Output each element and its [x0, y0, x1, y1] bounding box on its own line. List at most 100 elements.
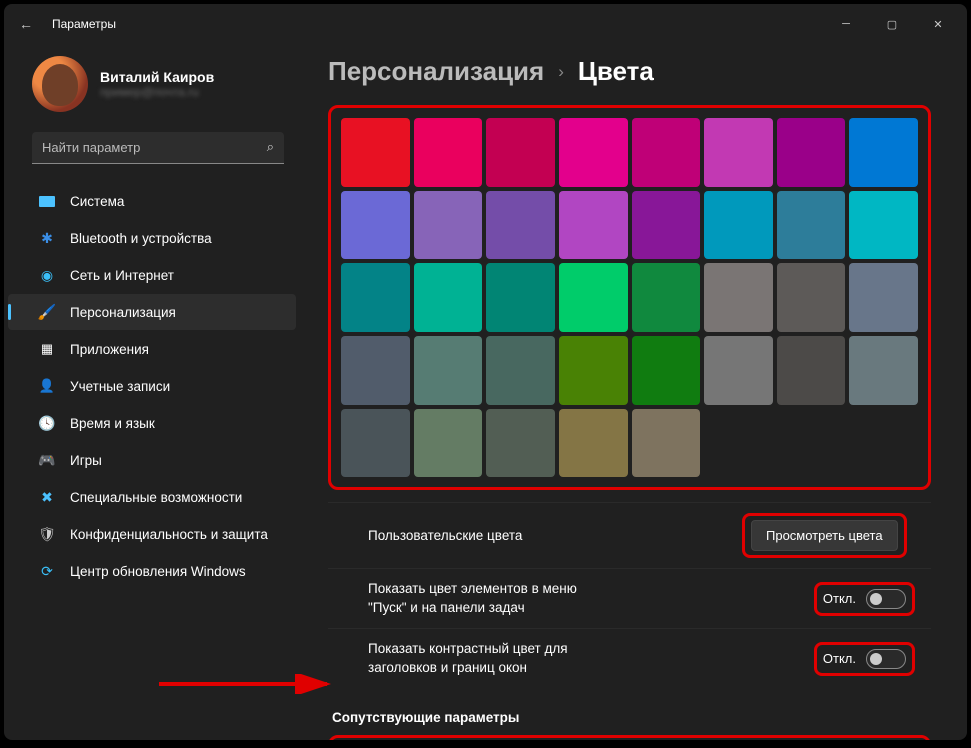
- privacy-icon: 🛡: [38, 526, 56, 542]
- color-swatch[interactable]: [559, 263, 628, 332]
- sidebar-item-privacy[interactable]: 🛡 Конфиденциальность и защита: [8, 516, 296, 552]
- sidebar-item-label: Центр обновления Windows: [70, 564, 246, 579]
- apps-icon: ▦: [38, 341, 56, 357]
- minimize-button[interactable]: ─: [823, 8, 869, 40]
- brush-icon: 🖌️: [38, 304, 56, 320]
- window-title: Параметры: [52, 17, 116, 31]
- settings-window: ← Параметры ─ ▢ ✕ Виталий Каиров пример@…: [4, 4, 967, 740]
- color-swatch[interactable]: [341, 336, 410, 405]
- highlight-toggle-2: Откл.: [814, 642, 915, 676]
- color-swatch[interactable]: [704, 191, 773, 260]
- color-swatch[interactable]: [849, 191, 918, 260]
- color-swatch[interactable]: [704, 118, 773, 187]
- color-swatch[interactable]: [632, 336, 701, 405]
- color-swatch[interactable]: [777, 118, 846, 187]
- color-swatch[interactable]: [414, 118, 483, 187]
- maximize-button[interactable]: ▢: [869, 8, 915, 40]
- color-swatch[interactable]: [777, 191, 846, 260]
- color-swatch[interactable]: [486, 118, 555, 187]
- color-swatch[interactable]: [632, 191, 701, 260]
- accent-color-grid: [328, 105, 931, 490]
- window-controls: ─ ▢ ✕: [823, 8, 961, 40]
- search-box: ⌕: [32, 132, 284, 164]
- system-icon: [38, 193, 56, 209]
- sidebar-item-label: Учетные записи: [70, 379, 170, 394]
- titlebar-color-label: Показать контрастный цвет для заголовков…: [368, 640, 577, 676]
- time-icon: 🕓: [38, 415, 56, 431]
- sidebar-item-label: Приложения: [70, 342, 149, 357]
- color-swatch[interactable]: [559, 409, 628, 478]
- back-button[interactable]: ←: [10, 16, 42, 32]
- start-taskbar-toggle[interactable]: [866, 589, 906, 609]
- sidebar-item-time[interactable]: 🕓 Время и язык: [8, 405, 296, 441]
- custom-colors-label: Пользовательские цвета: [368, 527, 728, 545]
- sidebar-item-label: Система: [70, 194, 124, 209]
- sidebar-item-label: Конфиденциальность и защита: [70, 527, 268, 542]
- avatar: [32, 56, 88, 112]
- color-swatch[interactable]: [341, 191, 410, 260]
- toggle-state-1: Откл.: [823, 591, 856, 606]
- scroll-area[interactable]: Пользовательские цвета Просмотреть цвета…: [328, 105, 943, 740]
- breadcrumb-parent[interactable]: Персонализация: [328, 56, 544, 87]
- profile-email: пример@почта.ru: [100, 85, 214, 99]
- color-swatch[interactable]: [341, 263, 410, 332]
- color-swatch[interactable]: [559, 191, 628, 260]
- color-swatch[interactable]: [414, 263, 483, 332]
- color-swatch[interactable]: [486, 336, 555, 405]
- sidebar-item-label: Bluetooth и устройства: [70, 231, 212, 246]
- color-swatch[interactable]: [849, 263, 918, 332]
- sidebar-item-label: Игры: [70, 453, 102, 468]
- sidebar-item-label: Персонализация: [70, 305, 176, 320]
- games-icon: 🎮: [38, 452, 56, 468]
- sidebar-item-wifi[interactable]: ◉Сеть и Интернет: [8, 257, 296, 293]
- color-swatch[interactable]: [849, 118, 918, 187]
- color-swatch[interactable]: [414, 409, 483, 478]
- bluetooth-icon: ✱: [38, 230, 56, 246]
- sidebar-item-update[interactable]: ⟳Центр обновления Windows: [8, 553, 296, 589]
- color-swatch[interactable]: [341, 409, 410, 478]
- sidebar-item-system[interactable]: Система: [8, 183, 296, 219]
- sidebar-item-brush[interactable]: 🖌️ Персонализация: [8, 294, 296, 330]
- search-icon: ⌕: [267, 139, 274, 155]
- color-swatch[interactable]: [486, 191, 555, 260]
- color-swatch[interactable]: [414, 336, 483, 405]
- sidebar: Виталий Каиров пример@почта.ru ⌕ Система…: [4, 44, 304, 740]
- color-swatch[interactable]: [559, 336, 628, 405]
- sidebar-item-account[interactable]: 👤Учетные записи: [8, 368, 296, 404]
- color-swatch[interactable]: [341, 118, 410, 187]
- color-swatch[interactable]: [486, 263, 555, 332]
- sidebar-item-label: Время и язык: [70, 416, 155, 431]
- sidebar-item-games[interactable]: 🎮 Игры: [8, 442, 296, 478]
- color-swatch[interactable]: [632, 118, 701, 187]
- breadcrumb-current: Цвета: [578, 56, 654, 87]
- sidebar-item-label: Специальные возможности: [70, 490, 242, 505]
- annotation-arrow: [159, 674, 339, 694]
- nav-list: Система ✱ Bluetooth и устройства ◉Сеть и Ин…: [4, 182, 304, 590]
- close-button[interactable]: ✕: [915, 8, 961, 40]
- color-swatch[interactable]: [486, 409, 555, 478]
- color-swatch[interactable]: [704, 263, 773, 332]
- color-swatch[interactable]: [777, 263, 846, 332]
- titlebar: ← Параметры ─ ▢ ✕: [4, 4, 967, 44]
- search-input[interactable]: [32, 132, 284, 164]
- view-colors-button[interactable]: Просмотреть цвета: [751, 520, 898, 551]
- breadcrumb: Персонализация › Цвета: [328, 52, 943, 105]
- content: Виталий Каиров пример@почта.ru ⌕ Система…: [4, 44, 967, 740]
- titlebar-color-toggle[interactable]: [866, 649, 906, 669]
- color-swatch[interactable]: [632, 409, 701, 478]
- start-taskbar-row: Показать цвет элементов в меню "Пуск" и …: [328, 568, 931, 628]
- color-swatch[interactable]: [777, 336, 846, 405]
- custom-colors-row: Пользовательские цвета Просмотреть цвета: [328, 502, 931, 568]
- color-swatch[interactable]: [704, 336, 773, 405]
- color-swatch[interactable]: [559, 118, 628, 187]
- color-swatch[interactable]: [414, 191, 483, 260]
- color-swatch[interactable]: [849, 336, 918, 405]
- wifi-icon: ◉: [38, 267, 56, 283]
- profile-block[interactable]: Виталий Каиров пример@почта.ru: [4, 48, 304, 128]
- related-settings-heading: Сопутствующие параметры: [332, 710, 931, 725]
- color-swatch[interactable]: [632, 263, 701, 332]
- sidebar-item-apps[interactable]: ▦ Приложения: [8, 331, 296, 367]
- highlight-view-colors: Просмотреть цвета: [742, 513, 907, 558]
- sidebar-item-access[interactable]: ✖Специальные возможности: [8, 479, 296, 515]
- sidebar-item-bluetooth[interactable]: ✱ Bluetooth и устройства: [8, 220, 296, 256]
